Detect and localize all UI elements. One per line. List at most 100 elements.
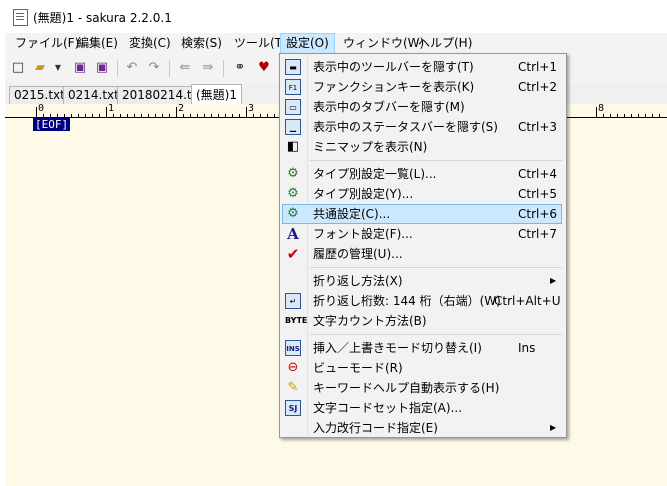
jump-back-icon[interactable]: ⇚ <box>176 59 194 77</box>
title-bar[interactable]: (無題)1 - sakura 2.2.0.1 <box>5 0 667 33</box>
function-key-icon: F1 <box>285 79 301 95</box>
menu-item-hide-statusbar[interactable]: ▁ 表示中のステータスバーを隠す(S) Ctrl+3 <box>282 117 562 137</box>
ruler-number: 2 <box>178 103 185 114</box>
menu-item-label: 折り返し桁数: 144 桁（右端）(W) <box>313 294 501 308</box>
menu-item-label: キーワードヘルプ自動表示する(H) <box>313 381 500 395</box>
menu-item-insert-overwrite-toggle[interactable]: INS 挿入／上書きモード切り替え(I) Ins <box>282 338 562 358</box>
jump-forward-icon[interactable]: ⇛ <box>199 59 217 77</box>
toolbar-icon: ▬ <box>285 59 301 75</box>
toolbar-separator <box>223 60 224 77</box>
checkmark-icon: ✔ <box>286 245 300 263</box>
toolbar-separator <box>117 60 118 77</box>
menu-item-shortcut: Ins <box>518 341 536 355</box>
menu-item-shortcut: Ctrl+5 <box>518 187 558 201</box>
redo-icon[interactable]: ↷ <box>145 59 163 77</box>
menu-item-font-settings[interactable]: A フォント設定(F)... Ctrl+7 <box>282 224 562 244</box>
menu-item-hide-toolbar[interactable]: ▬ 表示中のツールバーを隠す(T) Ctrl+1 <box>282 57 562 77</box>
view-mode-icon: ⊖ <box>287 360 299 375</box>
settings-menu-dropdown: ▬ 表示中のツールバーを隠す(T) Ctrl+1 F1 ファンクションキーを表示… <box>279 53 567 438</box>
wrap-icon: ↵ <box>285 293 301 309</box>
window-title: (無題)1 - sakura 2.2.0.1 <box>33 11 172 25</box>
menu-item-label: 表示中のステータスバーを隠す(S) <box>313 120 498 134</box>
toolbar-separator <box>169 60 170 77</box>
menu-item-shortcut: Ctrl+6 <box>518 207 558 221</box>
ruler-number: 0 <box>38 103 45 114</box>
byte-icon: BYTE <box>285 316 308 325</box>
dropdown-arrow-icon[interactable]: ▼ <box>49 59 67 77</box>
menu-item-label: ビューモード(R) <box>313 361 403 375</box>
menu-item-char-count-method[interactable]: BYTE 文字カウント方法(B) <box>282 311 562 331</box>
menu-item-hide-tabbar[interactable]: ▭ 表示中のタブバーを隠す(M) <box>282 97 562 117</box>
menu-item-label: 文字カウント方法(B) <box>313 314 427 328</box>
submenu-arrow-icon: ▶ <box>550 276 557 285</box>
menu-edit[interactable]: 編集(E) <box>72 33 123 54</box>
menu-item-shortcut: Ctrl+2 <box>518 80 558 94</box>
ruler-number: 1 <box>108 103 115 114</box>
tab-0215[interactable]: 0215.txt <box>9 86 70 104</box>
ruler-major-tick <box>596 107 597 117</box>
open-folder-icon[interactable]: ▰ <box>31 59 49 77</box>
menu-item-shortcut: Ctrl+Alt+U <box>494 294 561 308</box>
save-all-icon[interactable]: ▣ <box>93 59 111 77</box>
menu-item-show-function-keys[interactable]: F1 ファンクションキーを表示(K) Ctrl+2 <box>282 77 562 97</box>
menu-bar: ファイル(F) 編集(E) 変換(C) 検索(S) ツール(T) 設定(O) ウ… <box>5 33 667 56</box>
line-number-gutter <box>5 118 31 486</box>
menu-item-label: 入力改行コード指定(E) <box>313 421 438 435</box>
menu-item-type-settings[interactable]: ⚙ タイプ別設定(Y)... Ctrl+5 <box>282 184 562 204</box>
tabbar-icon: ▭ <box>285 99 301 115</box>
menu-convert[interactable]: 変換(C) <box>124 33 176 54</box>
menu-search[interactable]: 検索(S) <box>176 33 227 54</box>
menu-item-label: 表示中のツールバーを隠す(T) <box>313 60 474 74</box>
menu-item-history-management[interactable]: ✔ 履歴の管理(U)... <box>282 244 562 264</box>
menu-item-wrap-method[interactable]: 折り返し方法(X) ▶ <box>282 271 562 291</box>
menu-item-label: 表示中のタブバーを隠す(M) <box>313 100 465 114</box>
search-binoculars-icon[interactable]: ⚭ <box>231 59 249 77</box>
menu-item-show-minimap[interactable]: ◧ ミニマップを表示(N) <box>282 137 562 157</box>
save-icon[interactable]: ▣ <box>71 59 89 77</box>
menu-item-shortcut: Ctrl+4 <box>518 167 558 181</box>
menu-item-charset-specify[interactable]: SJ 文字コードセット指定(A)... <box>282 398 562 418</box>
ruler-major-tick <box>36 107 37 117</box>
eof-marker: [EOF] <box>33 118 71 131</box>
menu-item-label: ファンクションキーを表示(K) <box>313 80 475 94</box>
charset-icon: SJ <box>285 400 301 416</box>
ruler-major-tick <box>246 107 247 117</box>
menu-item-label: 共通設定(C)... <box>313 207 391 221</box>
menu-item-label: 文字コードセット指定(A)... <box>313 401 463 415</box>
ruler-major-tick <box>176 107 177 117</box>
tab-untitled-1[interactable]: (無題)1 <box>191 84 242 105</box>
app-icon <box>13 9 28 26</box>
menu-item-label: 折り返し方法(X) <box>313 274 403 288</box>
menu-item-input-newline-code[interactable]: 入力改行コード指定(E) ▶ <box>282 418 562 438</box>
submenu-arrow-icon: ▶ <box>550 423 557 432</box>
menu-item-shortcut: Ctrl+3 <box>518 120 558 134</box>
type-settings-list-icon: ⚙ <box>287 166 299 181</box>
tab-0214[interactable]: 0214.txt <box>63 86 124 104</box>
font-icon: A <box>287 225 299 243</box>
menu-item-keyword-help-auto[interactable]: ✎ キーワードヘルプ自動表示する(H) <box>282 378 562 398</box>
menu-item-common-settings[interactable]: ⚙ 共通設定(C)... Ctrl+6 <box>282 204 562 224</box>
ins-icon: INS <box>285 340 301 356</box>
type-settings-icon: ⚙ <box>287 186 299 201</box>
menu-item-label: タイプ別設定(Y)... <box>313 187 414 201</box>
menu-help[interactable]: ヘルプ(H) <box>413 33 477 54</box>
menu-item-view-mode[interactable]: ⊖ ビューモード(R) <box>282 358 562 378</box>
menu-item-wrap-column[interactable]: ↵ 折り返し桁数: 144 桁（右端）(W) Ctrl+Alt+U <box>282 291 562 311</box>
ruler-major-tick <box>106 107 107 117</box>
menu-item-label: タイプ別設定一覧(L)... <box>313 167 437 181</box>
ruler-number: 3 <box>248 103 255 114</box>
common-settings-icon: ⚙ <box>287 206 299 221</box>
menu-item-label: ミニマップを表示(N) <box>313 140 428 154</box>
menu-item-shortcut: Ctrl+7 <box>518 227 558 241</box>
heart-search-icon[interactable]: ♥ <box>255 59 273 77</box>
ruler-number: 8 <box>598 103 605 114</box>
undo-icon[interactable]: ↶ <box>123 59 141 77</box>
menu-item-shortcut: Ctrl+1 <box>518 60 558 74</box>
menu-item-type-settings-list[interactable]: ⚙ タイプ別設定一覧(L)... Ctrl+4 <box>282 164 562 184</box>
new-file-icon[interactable]: □ <box>9 59 27 77</box>
statusbar-icon: ▁ <box>285 119 301 135</box>
menu-item-label: フォント設定(F)... <box>313 227 413 241</box>
menu-item-label: 挿入／上書きモード切り替え(I) <box>313 341 482 355</box>
keyword-help-icon: ✎ <box>287 380 299 395</box>
menu-separator <box>310 160 562 161</box>
